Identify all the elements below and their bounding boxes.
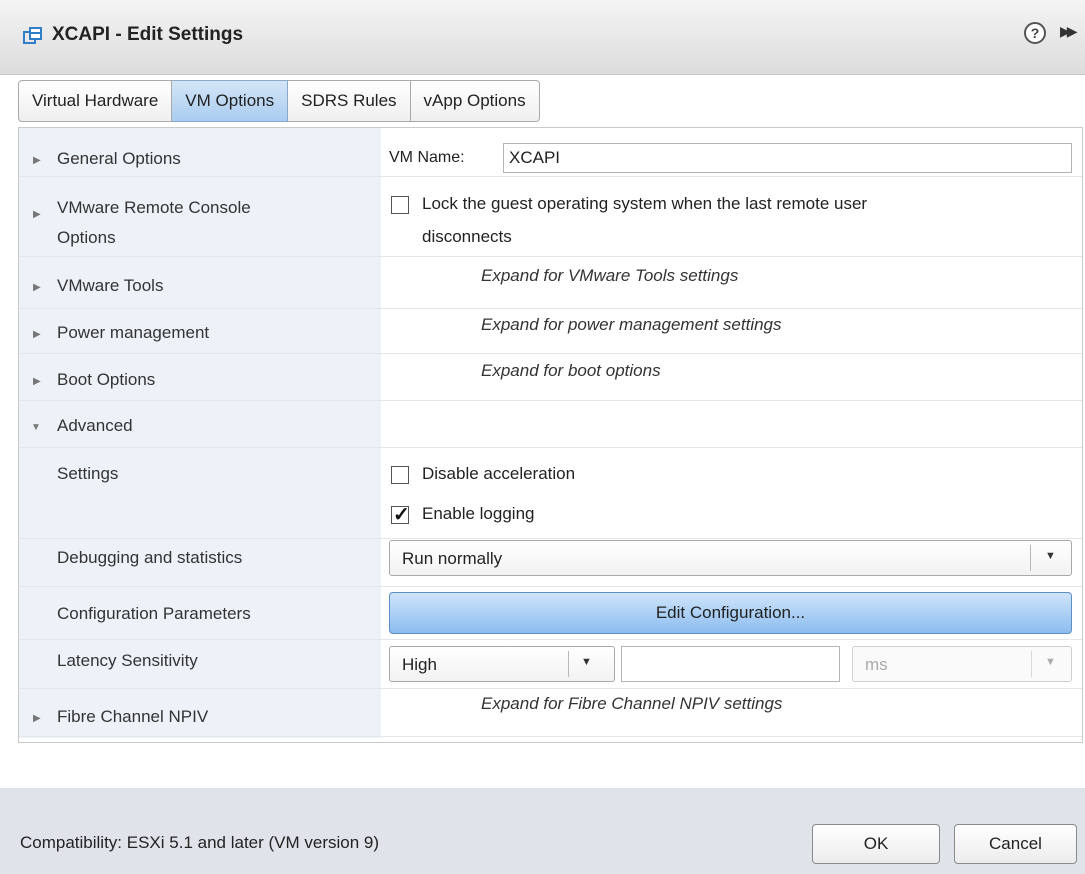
vmware-tools-label[interactable]: VMware Tools: [57, 276, 163, 296]
select-divider: [1030, 545, 1031, 571]
row-divider: [19, 586, 1082, 587]
tab-bar: Virtual Hardware VM Options SDRS Rules v…: [18, 80, 540, 122]
vm-icon: [23, 27, 42, 44]
enable-logging-label: Enable logging: [422, 504, 535, 523]
tab-virtual-hardware[interactable]: Virtual Hardware: [18, 80, 173, 122]
remote-console-label-line2[interactable]: Options: [57, 228, 116, 248]
row-divider: [19, 736, 1082, 737]
edit-configuration-button[interactable]: Edit Configuration...: [389, 592, 1072, 634]
row-divider: [19, 353, 1082, 354]
disable-acceleration-checkbox[interactable]: [391, 466, 409, 484]
row-divider: [19, 400, 1082, 401]
boot-options-hint: Expand for boot options: [481, 361, 661, 380]
lock-guest-os-text-line2: disconnects: [422, 227, 512, 246]
select-divider: [1031, 651, 1032, 677]
latency-sensitivity-label: Latency Sensitivity: [57, 651, 198, 670]
expand-arrow-icon[interactable]: ▶: [33, 329, 41, 340]
ok-button[interactable]: OK: [812, 824, 940, 864]
vm-name-input[interactable]: XCAPI: [503, 143, 1072, 173]
tab-sdrs-rules[interactable]: SDRS Rules: [288, 80, 411, 122]
configuration-parameters-label: Configuration Parameters: [57, 604, 251, 623]
lock-guest-os-text-line1: Lock the guest operating system when the…: [422, 194, 868, 213]
select-divider: [568, 651, 569, 677]
latency-select-value: High: [402, 655, 437, 674]
fibre-channel-hint: Expand for Fibre Channel NPIV settings: [481, 694, 783, 713]
enable-logging-checkbox[interactable]: ✓: [391, 504, 410, 526]
title-bar: XCAPI - Edit Settings ? ▶▶: [0, 0, 1085, 75]
debugging-select-value: Run normally: [402, 549, 503, 568]
settings-label: Settings: [57, 464, 119, 483]
row-divider: [19, 639, 1082, 640]
expand-arrow-icon[interactable]: ▶: [33, 282, 41, 293]
chevron-down-icon: ▼: [1045, 550, 1056, 562]
expand-arrow-icon[interactable]: ▶: [33, 209, 41, 220]
vmware-tools-hint: Expand for VMware Tools settings: [481, 266, 739, 285]
window-title: XCAPI - Edit Settings: [52, 24, 244, 45]
row-divider: [19, 538, 1082, 539]
expand-arrow-icon[interactable]: ▶: [33, 713, 41, 724]
latency-select[interactable]: High ▼: [389, 646, 615, 682]
tab-vapp-options[interactable]: vApp Options: [410, 80, 540, 122]
chevron-down-icon: ▼: [581, 656, 592, 668]
advanced-label[interactable]: Advanced: [57, 416, 133, 436]
boot-options-label[interactable]: Boot Options: [57, 370, 155, 390]
compatibility-text: Compatibility: ESXi 5.1 and later (VM ve…: [20, 833, 380, 852]
vm-name-label: VM Name:: [389, 149, 465, 166]
expand-arrow-icon[interactable]: ▶: [33, 376, 41, 387]
power-management-label[interactable]: Power management: [57, 323, 209, 343]
dialog-footer: Compatibility: ESXi 5.1 and later (VM ve…: [0, 788, 1085, 874]
debugging-select[interactable]: Run normally ▼: [389, 540, 1072, 576]
row-divider: [19, 176, 1082, 177]
help-icon[interactable]: ?: [1024, 22, 1046, 44]
row-divider: [19, 447, 1082, 448]
expand-arrow-icon[interactable]: ▶: [33, 155, 41, 166]
latency-amount-input[interactable]: [621, 646, 840, 682]
power-management-hint: Expand for power management settings: [481, 315, 782, 334]
latency-unit-value: ms: [865, 655, 888, 674]
fibre-channel-label[interactable]: Fibre Channel NPIV: [57, 707, 208, 727]
chevron-down-icon: ▼: [1045, 656, 1056, 668]
disable-acceleration-label: Disable acceleration: [422, 464, 576, 483]
collapse-arrow-icon[interactable]: ▼: [31, 422, 41, 433]
cancel-button[interactable]: Cancel: [954, 824, 1077, 864]
row-divider: [19, 688, 1082, 689]
general-options-label[interactable]: General Options: [57, 149, 181, 169]
debugging-label: Debugging and statistics: [57, 548, 243, 567]
row-divider: [19, 256, 1082, 257]
tab-vm-options[interactable]: VM Options: [172, 80, 289, 122]
pop-out-icon[interactable]: ▶▶: [1060, 23, 1077, 40]
checkmark-icon: ✓: [393, 504, 410, 526]
settings-panel: ▶ General Options VM Name: XCAPI ▶ VMwar…: [18, 127, 1083, 743]
row-divider: [19, 308, 1082, 309]
remote-console-label-line1[interactable]: VMware Remote Console: [57, 198, 251, 218]
lock-guest-os-checkbox[interactable]: [391, 196, 409, 214]
latency-unit-select[interactable]: ms ▼: [852, 646, 1072, 682]
